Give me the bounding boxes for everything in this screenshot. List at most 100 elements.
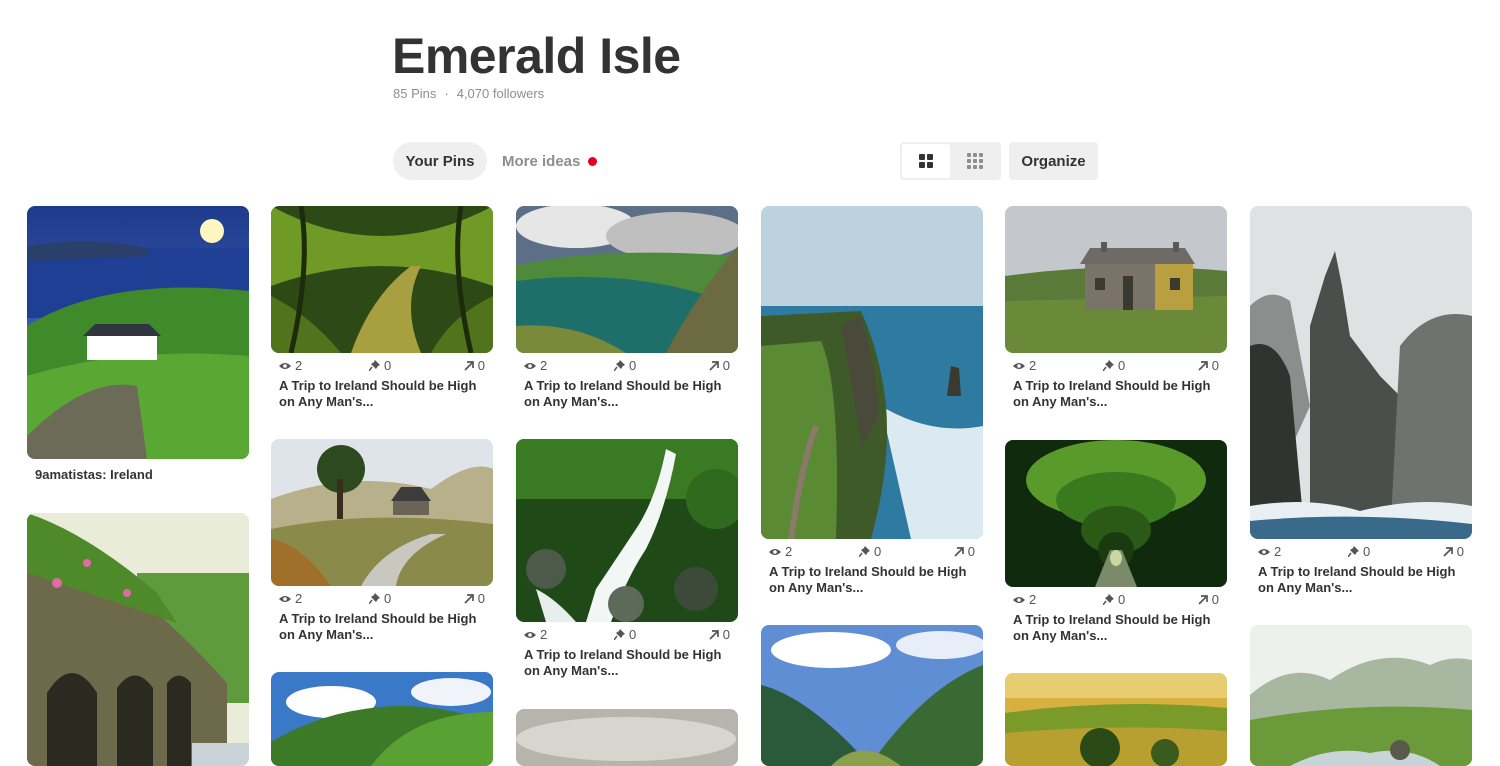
pin-image[interactable] bbox=[271, 206, 493, 353]
saves-count: 0 bbox=[1363, 544, 1371, 559]
saves-stat: 0 bbox=[614, 358, 636, 373]
view-toggle bbox=[900, 142, 1001, 180]
pin-title-line: A Trip to Ireland Should be High bbox=[1013, 378, 1211, 393]
pin-icon bbox=[1103, 360, 1114, 371]
saves-stat: 0 bbox=[1348, 544, 1370, 559]
pin-title[interactable]: A Trip to Ireland Should be High on Any M… bbox=[524, 378, 730, 410]
views-stat: 2 bbox=[524, 358, 547, 373]
pin-image[interactable] bbox=[1250, 206, 1472, 539]
pin-title-line: on Any Man's... bbox=[1258, 580, 1353, 595]
saves-stat: 0 bbox=[1103, 592, 1125, 607]
clicks-count: 0 bbox=[1456, 544, 1464, 559]
pin-title[interactable]: A Trip to Ireland Should be High on Any M… bbox=[769, 564, 975, 596]
eye-icon bbox=[769, 548, 781, 555]
saves-count: 0 bbox=[1118, 592, 1126, 607]
pin-image[interactable] bbox=[761, 206, 983, 539]
pin-stats: 2 0 0 bbox=[524, 627, 730, 643]
pin-image[interactable] bbox=[761, 625, 983, 766]
pin-title-line: A Trip to Ireland Should be High bbox=[279, 378, 477, 393]
arrow-up-right-icon bbox=[1198, 360, 1208, 371]
pin-image[interactable] bbox=[516, 709, 738, 766]
pin-title[interactable]: A Trip to Ireland Should be High on Any M… bbox=[524, 647, 730, 679]
clicks-count: 0 bbox=[477, 591, 485, 606]
eye-icon bbox=[524, 362, 536, 369]
arrow-up-right-icon bbox=[464, 593, 474, 604]
pin-title[interactable]: A Trip to Ireland Should be High on Any M… bbox=[1258, 564, 1464, 596]
pin-title-line: on Any Man's... bbox=[279, 394, 374, 409]
pin-title[interactable]: A Trip to Ireland Should be High on Any M… bbox=[1013, 378, 1219, 410]
pin-title-line: A Trip to Ireland Should be High bbox=[1013, 612, 1211, 627]
saves-stat: 0 bbox=[369, 591, 391, 606]
tab-your-pins[interactable]: Your Pins bbox=[393, 142, 487, 180]
views-stat: 2 bbox=[769, 544, 792, 559]
clicks-count: 0 bbox=[722, 627, 730, 642]
organize-button[interactable]: Organize bbox=[1009, 142, 1098, 180]
saves-stat: 0 bbox=[614, 627, 636, 642]
pin-image[interactable] bbox=[271, 439, 493, 586]
saves-stat: 0 bbox=[1103, 358, 1125, 373]
arrow-up-right-icon bbox=[709, 360, 719, 371]
views-count: 2 bbox=[1274, 544, 1282, 559]
pins-count[interactable]: 85 Pins bbox=[393, 86, 436, 101]
notification-dot bbox=[588, 156, 598, 166]
pin-stats: 2 0 0 bbox=[524, 358, 730, 374]
eye-icon bbox=[1013, 362, 1025, 369]
large-grid-icon bbox=[919, 154, 933, 168]
views-stat: 2 bbox=[1013, 358, 1036, 373]
saves-count: 0 bbox=[384, 591, 392, 606]
pin-title[interactable]: A Trip to Ireland Should be High on Any M… bbox=[279, 378, 485, 410]
tab-more-ideas[interactable]: More ideas bbox=[502, 142, 598, 180]
pin-title[interactable]: 9amatistas: Ireland bbox=[35, 467, 241, 483]
pin-image[interactable] bbox=[1005, 673, 1227, 766]
pin-title[interactable]: A Trip to Ireland Should be High on Any M… bbox=[1013, 612, 1219, 644]
pin-icon bbox=[1348, 546, 1359, 557]
large-grid-view-button[interactable] bbox=[902, 144, 950, 178]
pin-title-line: A Trip to Ireland Should be High bbox=[1258, 564, 1456, 579]
pin-title-line: A Trip to Ireland Should be High bbox=[279, 611, 477, 626]
pin-image[interactable] bbox=[1250, 625, 1472, 766]
arrow-up-right-icon bbox=[1443, 546, 1453, 557]
pin-title-line: A Trip to Ireland Should be High bbox=[524, 647, 722, 662]
views-count: 2 bbox=[785, 544, 793, 559]
views-count: 2 bbox=[540, 358, 548, 373]
compact-grid-view-button[interactable] bbox=[951, 144, 999, 178]
clicks-count: 0 bbox=[477, 358, 485, 373]
views-stat: 2 bbox=[1013, 592, 1036, 607]
saves-count: 0 bbox=[629, 627, 637, 642]
pin-image[interactable] bbox=[1005, 206, 1227, 353]
pin-title-line: A Trip to Ireland Should be High bbox=[769, 564, 967, 579]
arrow-up-right-icon bbox=[709, 629, 719, 640]
saves-stat: 0 bbox=[859, 544, 881, 559]
pin-image[interactable] bbox=[1005, 440, 1227, 587]
arrow-up-right-icon bbox=[954, 546, 964, 557]
pin-image[interactable] bbox=[27, 513, 249, 766]
pin-title-line: on Any Man's... bbox=[1013, 394, 1108, 409]
pin-image[interactable] bbox=[271, 672, 493, 766]
pin-title-line: on Any Man's... bbox=[524, 663, 619, 678]
clicks-stat: 0 bbox=[464, 358, 485, 373]
pin-title-line: A Trip to Ireland Should be High bbox=[524, 378, 722, 393]
pin-image[interactable] bbox=[516, 439, 738, 622]
pin-stats: 2 0 0 bbox=[769, 544, 975, 560]
board-meta: 85 Pins · 4,070 followers bbox=[393, 86, 544, 101]
pin-stats: 2 0 0 bbox=[279, 591, 485, 607]
eye-icon bbox=[1258, 548, 1270, 555]
saves-stat: 0 bbox=[369, 358, 391, 373]
pin-image[interactable] bbox=[27, 206, 249, 459]
pin-icon bbox=[859, 546, 870, 557]
arrow-up-right-icon bbox=[1198, 594, 1208, 605]
compact-grid-icon bbox=[967, 153, 983, 169]
clicks-count: 0 bbox=[1211, 358, 1219, 373]
pin-title[interactable]: A Trip to Ireland Should be High on Any M… bbox=[279, 611, 485, 643]
pin-image[interactable] bbox=[516, 206, 738, 353]
followers-count[interactable]: 4,070 followers bbox=[457, 86, 544, 101]
pin-icon bbox=[369, 593, 380, 604]
pin-icon bbox=[614, 360, 625, 371]
pin-icon bbox=[1103, 594, 1114, 605]
views-stat: 2 bbox=[279, 358, 302, 373]
views-count: 2 bbox=[295, 591, 303, 606]
meta-separator: · bbox=[444, 86, 449, 101]
clicks-stat: 0 bbox=[464, 591, 485, 606]
saves-count: 0 bbox=[874, 544, 882, 559]
clicks-count: 0 bbox=[1211, 592, 1219, 607]
